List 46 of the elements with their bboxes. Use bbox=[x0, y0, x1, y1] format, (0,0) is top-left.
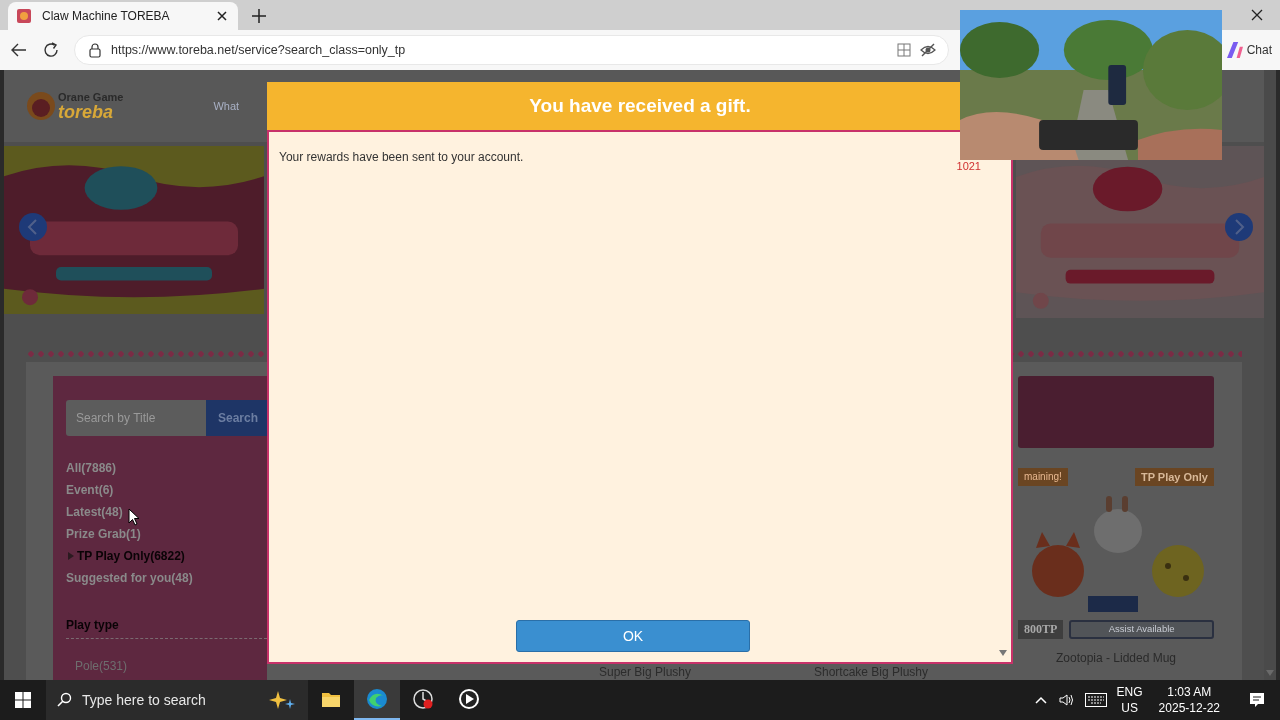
language-label[interactable]: ENG bbox=[1116, 684, 1143, 700]
back-icon[interactable] bbox=[10, 41, 28, 59]
address-bar[interactable]: https://www.toreba.net/service?search_class=only_tp bbox=[74, 35, 949, 65]
search-field[interactable]: Search by Title bbox=[66, 400, 206, 436]
clock-time[interactable]: 1:03 AM bbox=[1167, 684, 1212, 700]
category-link[interactable]: Prize Grab(1) bbox=[66, 526, 267, 542]
category-link[interactable]: Event(6) bbox=[66, 482, 267, 498]
search-icon bbox=[56, 692, 72, 708]
scroll-down-icon[interactable] bbox=[999, 650, 1007, 656]
record-icon bbox=[412, 688, 434, 710]
product-tag: TP Play Only bbox=[1134, 468, 1214, 486]
price-tag: 800TP bbox=[1018, 620, 1064, 639]
new-tab-icon[interactable] bbox=[250, 7, 268, 25]
region-label[interactable]: US bbox=[1121, 700, 1138, 716]
play-type-link[interactable]: Pole(531) bbox=[75, 659, 267, 673]
category-link[interactable]: All(7886) bbox=[66, 460, 267, 476]
search-button[interactable]: Search bbox=[206, 400, 267, 436]
category-link[interactable]: Suggested for you(48) bbox=[66, 570, 267, 586]
category-link[interactable]: Latest(48) bbox=[66, 504, 267, 520]
nav-link[interactable]: What bbox=[213, 100, 240, 112]
ok-button[interactable]: OK bbox=[516, 620, 750, 652]
tracking-prevention-icon[interactable] bbox=[920, 42, 936, 58]
category-link[interactable]: TP Play Only(6822) bbox=[66, 548, 267, 564]
site-favicon-icon bbox=[16, 8, 32, 24]
clock-date[interactable]: 2025-12-22 bbox=[1158, 700, 1220, 716]
copilot-icon bbox=[1226, 42, 1243, 58]
assist-label: Assist Available bbox=[1069, 620, 1214, 639]
dialog-message: Your rewards have been sent to your account. bbox=[279, 150, 524, 166]
browser-tab[interactable]: Claw Machine TOREBA bbox=[8, 2, 238, 30]
expand-triangle-icon bbox=[68, 552, 74, 560]
logo-wordmark[interactable]: toreba bbox=[58, 102, 124, 121]
section-heading: Play type bbox=[66, 618, 120, 632]
chat-button[interactable]: Chat bbox=[1224, 42, 1274, 58]
lock-icon bbox=[87, 42, 103, 58]
reload-icon[interactable] bbox=[42, 41, 60, 59]
windows-logo-icon bbox=[15, 692, 31, 708]
notification-icon[interactable] bbox=[1248, 691, 1266, 709]
keyboard-icon[interactable] bbox=[1084, 693, 1107, 707]
mouse-cursor-icon bbox=[128, 508, 140, 526]
taskbar-search-field[interactable]: Type here to search bbox=[46, 680, 308, 720]
dialog-note: 1021 bbox=[956, 160, 981, 172]
play-icon bbox=[458, 688, 480, 710]
edge-browser-icon bbox=[366, 688, 388, 710]
product-tag: maining! bbox=[1018, 468, 1068, 486]
volume-icon[interactable] bbox=[1058, 692, 1075, 708]
app-available-icon[interactable] bbox=[896, 42, 912, 58]
